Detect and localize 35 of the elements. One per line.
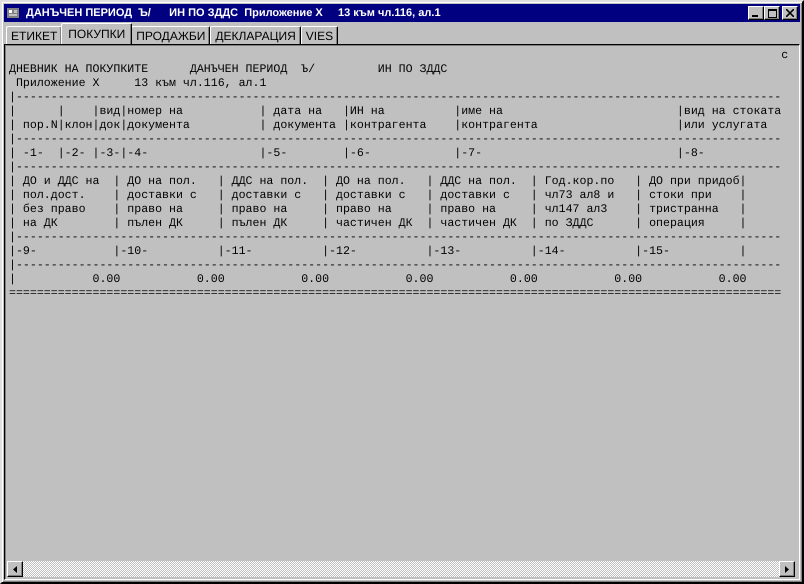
minimize-button[interactable] — [748, 6, 764, 20]
report-line: Приложение X 13 към чл.116, ал.1 — [14, 77, 266, 90]
report-line: |-------------------------------------------------------------------------------------------------------------- — [9, 259, 782, 272]
report-line: ДНЕВНИК НА ПОКУПКИТЕ ДАНЪЧЕН ПЕРИОД Ъ/ ИН ПО ЗДДС — [9, 63, 448, 76]
scroll-left-button[interactable] — [7, 561, 23, 577]
report-line: | 0.00 0.00 0.00 0.00 0.00 0.00 0.00 — [9, 273, 746, 286]
left-arrow-icon — [13, 566, 17, 572]
report-line: | на ДК | пълен ДК | пълен ДК | частичен ДК | частичен ДК | по ЗДДС | операция | — [9, 217, 746, 230]
tab[interactable]: ДЕКЛАРАЦИЯ — [210, 26, 301, 44]
tab[interactable]: ПРОДАЖБИ — [131, 26, 210, 44]
report-line: | | |вид|номер на | дата на |ИН на |име на |вид на стоката — [9, 105, 782, 118]
tab[interactable]: ПОКУПКИ — [61, 23, 132, 44]
report-line: | -1- |-2- |-3-|-4- |-5- |-6- |-7- |-8- — [9, 147, 705, 160]
tab[interactable]: VIES — [300, 26, 338, 44]
maximize-button[interactable] — [764, 6, 780, 20]
window-title: ДАНЪЧЕН ПЕРИОД Ъ/ ИН ПО ЗДДС Приложение X 13 към чл.116, ал.1 — [26, 7, 442, 19]
report-line: | ДО и ДДС на | ДО на пол. | ДДС на пол. | ДО на пол. | ДДС на пол. | Год.кор.по | ДО при придоб| — [9, 175, 746, 188]
report-line: |-------------------------------------------------------------------------------------------------------------- — [9, 161, 782, 174]
close-icon — [786, 9, 794, 17]
report-line: |-9- |-10- |-11- |-12- |-13- |-14- |-15- | — [9, 245, 746, 258]
report-line: | без право | право на | право на | право на | право на | чл147 ал3 | тристранна | — [9, 203, 746, 216]
report-line: c — [780, 49, 788, 62]
close-button[interactable] — [782, 6, 798, 20]
scroll-right-button[interactable] — [779, 561, 795, 577]
report-line: | пол.дост. | доставки с | доставки с | доставки с | доставки с | чл73 ал8 и | стоки при | — [9, 189, 746, 202]
report-line: |-------------------------------------------------------------------------------------------------------------- — [9, 133, 782, 146]
maximize-icon — [768, 8, 776, 18]
app-icon — [6, 6, 20, 20]
report-line: =============================================================================================================== — [9, 287, 782, 300]
report-line: | пор.N|клон|док|документа | документа |контрагента |контрагента |или услугата — [9, 119, 768, 132]
right-arrow-icon — [785, 566, 789, 572]
tab[interactable]: ЕТИКЕТ — [6, 26, 62, 44]
report-line: |-------------------------------------------------------------------------------------------------------------- — [9, 231, 782, 244]
horizontal-scrollbar[interactable] — [7, 561, 795, 577]
report-line: |-------------------------------------------------------------------------------------------------------------- — [9, 91, 782, 104]
